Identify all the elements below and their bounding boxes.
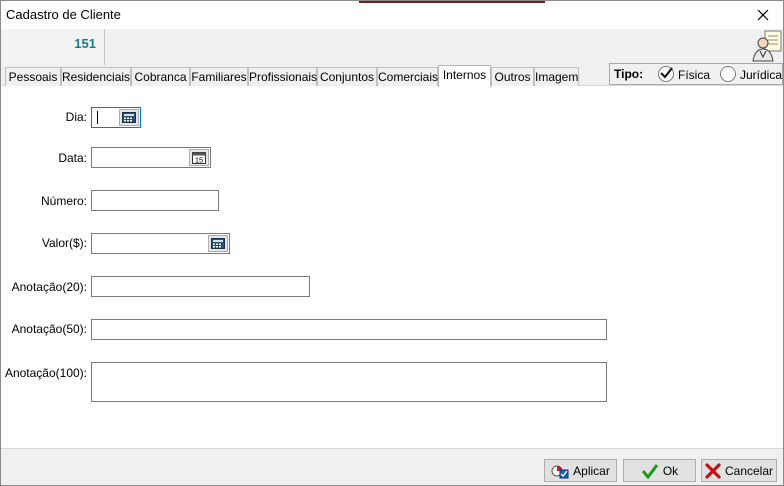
tab-label: Conjuntos <box>319 70 375 84</box>
anotacao20-field[interactable] <box>91 276 310 297</box>
ok-label: Ok <box>662 463 679 478</box>
checkmark-icon <box>660 67 673 79</box>
dia-field[interactable] <box>91 107 141 128</box>
close-button[interactable] <box>743 1 783 29</box>
tab-conjuntos[interactable]: Conjuntos <box>317 67 377 86</box>
tab-label: Pessoais <box>8 70 58 84</box>
tab-internos[interactable]: Internos <box>438 65 491 87</box>
numero-field[interactable] <box>91 190 219 211</box>
radio-fisica[interactable] <box>658 66 674 82</box>
radio-juridica-label[interactable]: Jurídica <box>740 68 782 82</box>
person-card-icon[interactable] <box>751 29 783 63</box>
client-registration-window: Cadastro de Cliente 151 Pessoais Residen… <box>0 0 784 486</box>
radio-juridica[interactable] <box>720 66 736 82</box>
person-card-icon-graphic <box>752 30 782 62</box>
tab-label: Familiares <box>191 70 247 84</box>
text-cursor <box>97 111 98 124</box>
calculator-icon <box>211 238 225 249</box>
valor-calculator-button[interactable] <box>208 235 228 252</box>
ok-button[interactable]: Ok <box>623 459 696 482</box>
apply-button[interactable]: Aplicar <box>544 459 617 482</box>
anotacao100-label: Anotação(100): <box>4 366 87 380</box>
tab-label: Residenciais <box>62 70 131 84</box>
tab-residenciais[interactable]: Residenciais <box>61 67 131 86</box>
tab-familiares[interactable]: Familiares <box>190 67 248 86</box>
anotacao50-label: Anotação(50): <box>11 322 87 336</box>
calculator-icon <box>122 112 136 123</box>
valor-field[interactable] <box>91 233 230 254</box>
record-header: 151 <box>1 29 783 65</box>
tab-cobranca[interactable]: Cobranca <box>131 67 190 86</box>
tab-label: Profissionais <box>249 70 318 84</box>
tab-pessoais[interactable]: Pessoais <box>5 67 61 86</box>
window-title: Cadastro de Cliente <box>6 7 121 22</box>
tipo-group: Tipo: Física Jurídica <box>609 63 783 85</box>
tab-label: Internos <box>442 68 487 82</box>
tab-label: Imagem <box>535 70 579 84</box>
dia-calculator-button[interactable] <box>119 109 139 126</box>
record-code: 151 <box>74 36 96 51</box>
title-accent-line <box>359 1 545 3</box>
tab-label: Cobranca <box>134 70 187 84</box>
cancel-label: Cancelar <box>724 463 774 478</box>
checkmark-icon <box>641 463 659 479</box>
radio-fisica-label[interactable]: Física <box>678 68 710 82</box>
anotacao100-field[interactable] <box>91 362 607 402</box>
apply-icon <box>551 465 569 478</box>
anotacao20-label: Anotação(20): <box>11 280 87 294</box>
calendar-icon: 15 <box>192 151 206 164</box>
data-field[interactable]: 15 <box>91 147 211 168</box>
apply-label: Aplicar <box>573 463 610 478</box>
title-bar: Cadastro de Cliente <box>1 1 783 29</box>
tab-comerciais[interactable]: Comerciais <box>377 67 438 86</box>
tab-imagem[interactable]: Imagem <box>534 67 579 86</box>
anotacao50-field[interactable] <box>91 319 607 340</box>
cancel-button[interactable]: Cancelar <box>701 459 777 482</box>
footer-bar: Aplicar Ok Cancelar <box>1 448 783 485</box>
svg-text:15: 15 <box>195 155 203 164</box>
cancel-icon <box>705 462 721 479</box>
record-code-box: 151 <box>3 29 105 65</box>
data-label: Data: <box>58 151 87 165</box>
numero-label: Número: <box>40 194 87 208</box>
tipo-label: Tipo: <box>614 67 644 81</box>
tab-profissionais[interactable]: Profissionais <box>248 67 317 86</box>
dia-label: Dia: <box>65 110 87 124</box>
data-calendar-button[interactable]: 15 <box>189 149 209 166</box>
tab-label: Comerciais <box>378 70 439 84</box>
tab-outros[interactable]: Outros <box>491 67 534 86</box>
close-icon <box>757 9 769 21</box>
tab-label: Outros <box>494 70 531 84</box>
valor-label: Valor($): <box>41 236 87 250</box>
